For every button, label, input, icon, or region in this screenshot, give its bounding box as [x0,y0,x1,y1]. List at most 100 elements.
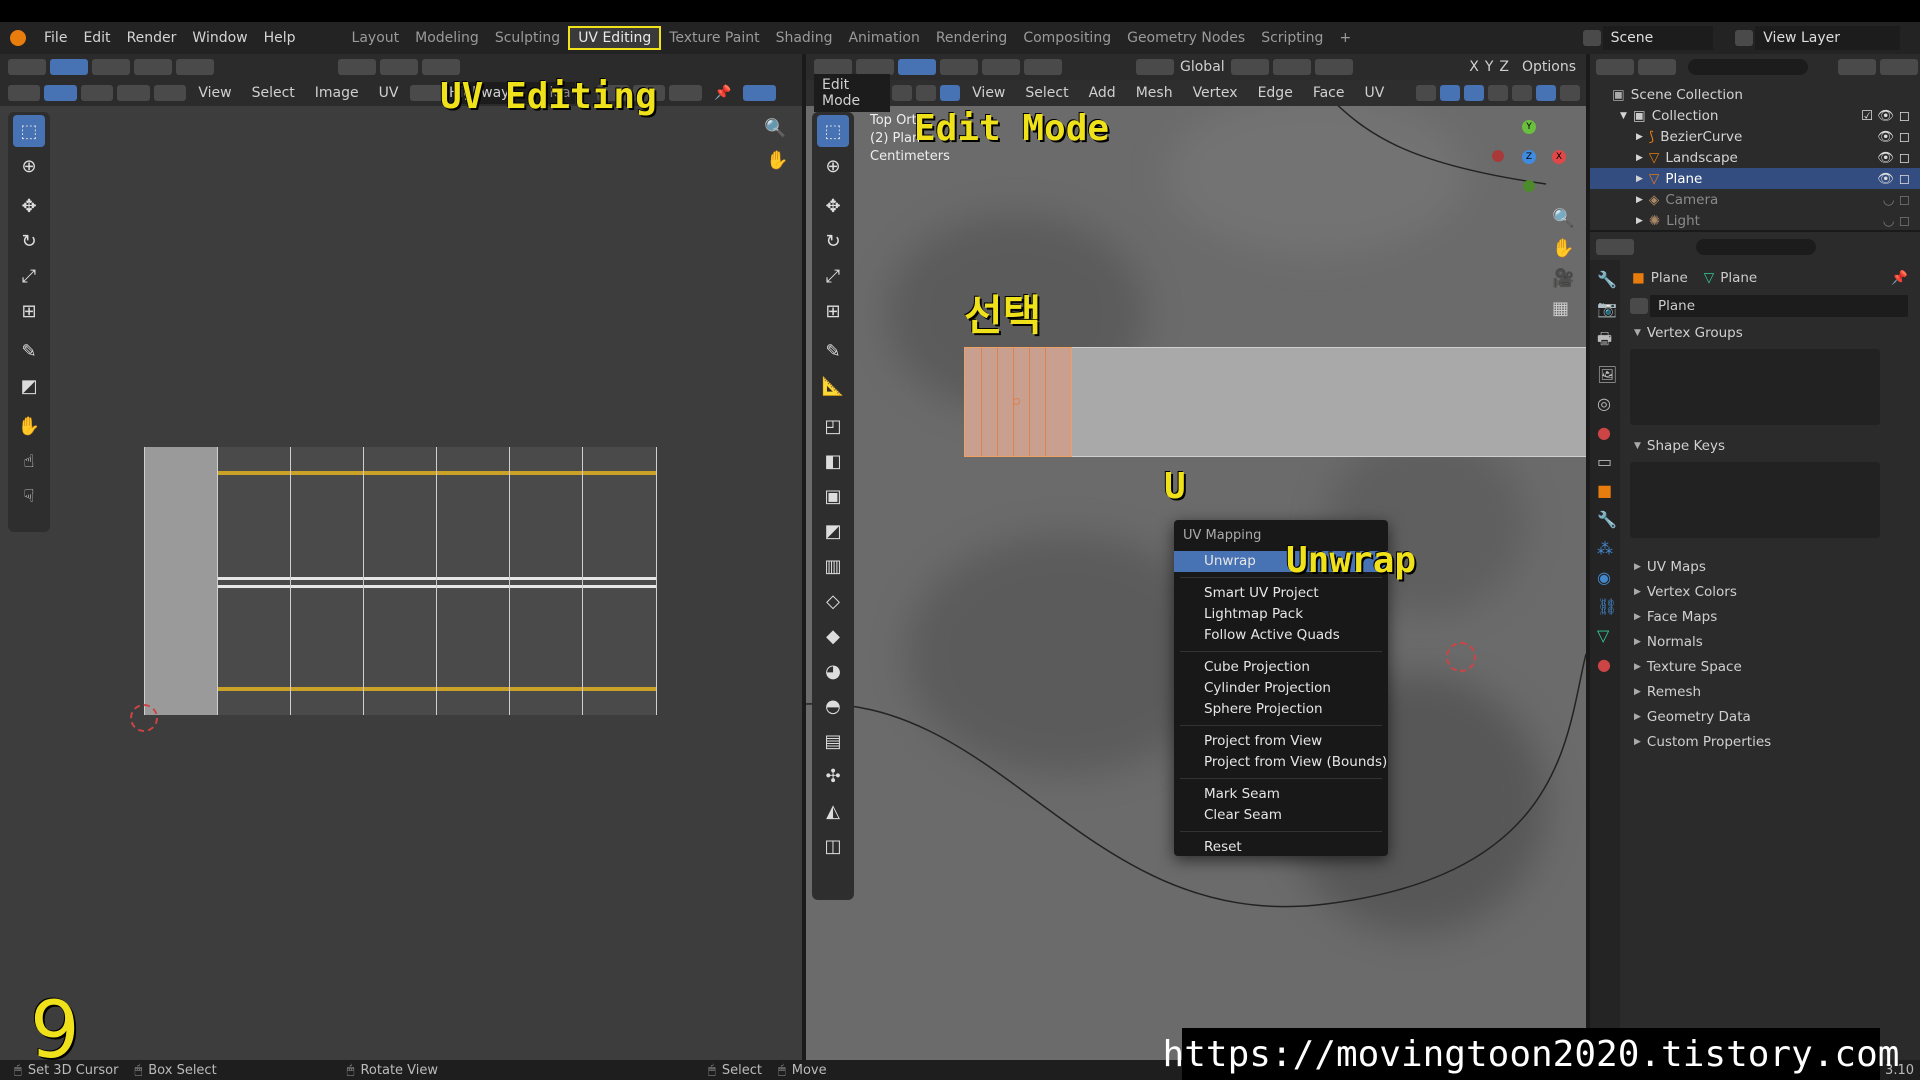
properties-editor-icon[interactable] [1596,239,1634,255]
view-layer-tab-icon[interactable]: 🖼 [1597,365,1617,384]
orientation-dropdown[interactable]: Global [1176,59,1229,75]
smooth-tool-icon[interactable]: ◓ [817,690,849,722]
select-mode-icon[interactable] [50,59,88,75]
uv-overlay-icon[interactable] [743,85,776,101]
filter-icon[interactable] [1838,59,1876,75]
mirror-y-toggle[interactable]: Y [1482,59,1497,75]
uv-island-mode-icon[interactable] [153,85,187,101]
select-mode-subtract-icon[interactable] [982,59,1020,75]
outliner-item-beziercurve[interactable]: ▶ ⟆ BezierCurve 👁 ◻ [1590,126,1920,147]
panel-texture-space[interactable]: ▶ Texture Space [1624,654,1914,679]
edge-select-icon[interactable] [916,85,937,101]
mesh-browse-icon[interactable] [1630,298,1648,314]
xray-toggle-icon[interactable] [1488,85,1509,101]
view-layer-selector[interactable]: View Layer [1755,26,1900,50]
viewport-select-tool-icon[interactable]: ⬚ [817,115,849,147]
uv-island[interactable] [436,447,510,715]
3d-cursor-icon[interactable] [1446,642,1476,672]
zoom-icon[interactable]: 🔍 [764,118,786,139]
proportional-icon[interactable] [1314,59,1353,75]
vertex-groups-list[interactable] [1630,349,1880,425]
edge-slide-tool-icon[interactable]: ▤ [817,725,849,757]
viewport-zoom-icon[interactable]: 🔍 [1552,204,1574,234]
knife-tool-icon[interactable]: ◇ [817,585,849,617]
menu-item-mark-seam[interactable]: Mark Seam [1174,784,1388,805]
viewport-scale-tool-icon[interactable]: ⤢ [817,260,849,292]
tab-modeling[interactable]: Modeling [407,26,487,50]
snapping-icon[interactable] [1272,59,1311,75]
bevel-tool-icon[interactable]: ◩ [817,515,849,547]
extrude-tool-icon[interactable]: ◧ [817,445,849,477]
viewport-menu-uv[interactable]: UV [1354,85,1394,101]
uv-select-edge-icon[interactable] [176,59,214,75]
uv-menu-image[interactable]: Image [305,85,369,101]
perspective-toggle-icon[interactable]: ▦ [1552,294,1574,324]
mirror-z-toggle[interactable]: Z [1496,59,1512,75]
viewport-menu-mesh[interactable]: Mesh [1126,85,1183,101]
panel-geometry-data[interactable]: ▶ Geometry Data [1624,704,1914,729]
viewport-menu-face[interactable]: Face [1303,85,1355,101]
gizmo-x-axis[interactable]: X [1552,150,1566,164]
material-tab-icon[interactable]: ● [1597,655,1613,674]
snap-icon[interactable] [380,59,418,75]
scene-selector[interactable]: Scene [1602,26,1714,50]
uv-tools-icon[interactable] [8,85,41,101]
uv-vertex-mode-icon[interactable] [44,85,77,101]
uv-sync-icon[interactable] [92,59,130,75]
object-tab-icon[interactable]: ■ [1597,481,1613,500]
inset-tool-icon[interactable]: ▣ [817,480,849,512]
tab-layout[interactable]: Layout [344,26,408,50]
uv-island-selected[interactable] [144,447,218,715]
viewport-menu-add[interactable]: Add [1079,85,1126,101]
panel-vertex-colors[interactable]: ▶ Vertex Colors [1624,579,1914,604]
uv-island[interactable] [363,447,437,715]
menu-item-cube-projection[interactable]: Cube Projection [1174,657,1388,678]
uv-menu-uv[interactable]: UV [369,85,409,101]
gizmo-toggle-icon[interactable] [1440,85,1461,101]
viewport-menu-edge[interactable]: Edge [1248,85,1303,101]
uv-island[interactable] [290,447,364,715]
tab-animation[interactable]: Animation [840,26,927,50]
constraints-tab-icon[interactable]: ⛓ [1597,597,1617,616]
uv-island[interactable] [217,447,291,715]
menu-item-lightmap-pack[interactable]: Lightmap Pack [1174,604,1388,625]
outliner-scene-collection[interactable]: ▣ Scene Collection [1590,84,1920,105]
measure-tool-icon[interactable]: 📐 [817,370,849,402]
shape-keys-list[interactable] [1630,462,1880,538]
vertex-select-icon[interactable] [892,85,913,101]
tab-rendering[interactable]: Rendering [928,26,1016,50]
menu-item-follow-active-quads[interactable]: Follow Active Quads [1174,625,1388,646]
options-dropdown[interactable]: Options [1512,59,1586,75]
spin-tool-icon[interactable]: ◕ [817,655,849,687]
outliner-item-landscape[interactable]: ▶ ▽ Landscape 👁 ◻ [1590,147,1920,168]
new-collection-icon[interactable] [1880,59,1918,75]
panel-face-maps[interactable]: ▶ Face Maps [1624,604,1914,629]
panel-uv-maps[interactable]: ▶ UV Maps [1624,554,1914,579]
uv-edge-mode-icon[interactable] [80,85,114,101]
menu-item-project-from-view-bounds[interactable]: Project from View (Bounds) [1174,752,1388,773]
poly-build-tool-icon[interactable]: ◆ [817,620,849,652]
menu-item-cylinder-projection[interactable]: Cylinder Projection [1174,678,1388,699]
menu-help[interactable]: Help [256,30,304,46]
select-mode-extend-icon[interactable] [940,59,978,75]
overlay-toggle-icon[interactable] [1464,85,1485,101]
particles-tab-icon[interactable]: ⁂ [1597,539,1613,558]
outliner-editor-icon[interactable] [1596,59,1634,75]
display-mode-icon[interactable] [1638,59,1676,75]
outliner-item-plane[interactable]: ▶ ▽ Plane 👁 ◻ [1590,168,1920,189]
viewport-menu-vertex[interactable]: Vertex [1183,85,1248,101]
panel-remesh[interactable]: ▶ Remesh [1624,679,1914,704]
pan-icon[interactable]: ✋ [766,150,788,171]
menu-item-clear-seam[interactable]: Clear Seam [1174,805,1388,826]
output-tab-icon[interactable]: 🖶 [1597,328,1613,355]
viewport-rotate-tool-icon[interactable]: ↻ [817,225,849,257]
panel-vertex-groups[interactable]: ▼ Vertex Groups [1624,320,1914,345]
uv-island[interactable] [582,447,657,715]
panel-normals[interactable]: ▶ Normals [1624,629,1914,654]
pin-properties-icon[interactable]: 📌 [1891,270,1908,286]
viewport-editor-type-icon[interactable] [814,59,852,75]
2d-cursor-icon[interactable] [130,704,158,732]
mesh-name-field[interactable]: Plane [1650,295,1908,317]
panel-custom-properties[interactable]: ▶ Custom Properties [1624,729,1914,754]
viewport-move-tool-icon[interactable]: ✥ [817,190,849,222]
